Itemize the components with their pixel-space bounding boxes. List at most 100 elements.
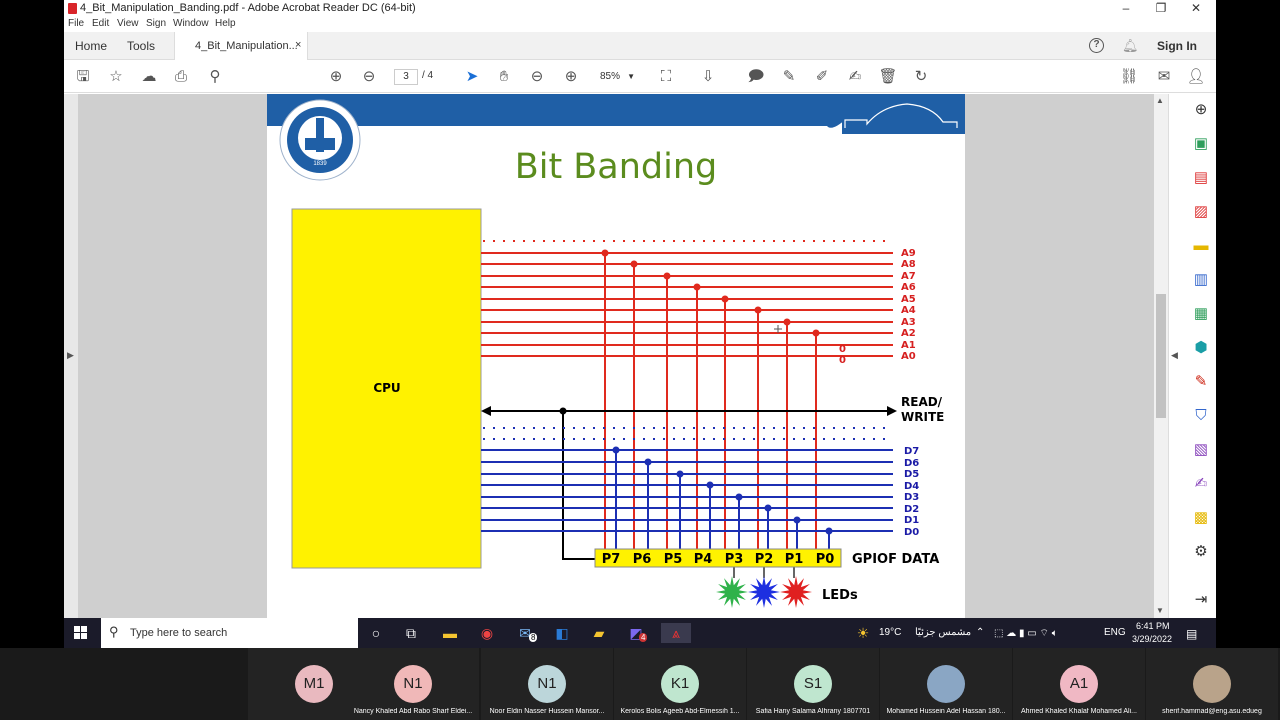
minimize-button[interactable]: – <box>1116 1 1136 15</box>
chrome-icon[interactable]: ◉ <box>476 623 498 643</box>
sign-in-button[interactable]: Sign In <box>1157 39 1197 53</box>
participant-tile[interactable]: Mohamed Hussein Adel Hassan 180... <box>880 648 1012 720</box>
menu-file[interactable]: File <box>68 18 84 29</box>
zoom-in-icon[interactable]: ⊕ <box>561 67 581 87</box>
windows-taskbar: ⚲ Type here to search ○ ⧉ ▬ ◉ ✉︎ 8 ◧ ▰ ◩… <box>64 618 1216 648</box>
next-page-icon[interactable]: ⊖ <box>359 67 379 87</box>
participant-tile[interactable]: N1 Noor Eldin Nasser Hussein Mansor... <box>481 648 613 720</box>
maximize-button[interactable]: ❐ <box>1151 1 1171 15</box>
page-number-input[interactable]: 3 <box>394 69 418 85</box>
pdf-page: 1839 Bit Banding CPU A9 A8 A7 A6 A5 A4 A… <box>267 94 965 618</box>
email-icon[interactable]: ✉︎ <box>1154 67 1174 87</box>
windows-start-icon[interactable] <box>74 626 88 640</box>
menu-sign[interactable]: Sign <box>146 18 166 29</box>
create-pdf-icon[interactable]: ▨ <box>1191 202 1211 222</box>
save-icon[interactable]: 🖫︎ <box>73 67 93 87</box>
tab-home[interactable]: Home <box>75 39 107 53</box>
hand-tool-icon[interactable]: ✋︎ <box>494 67 514 87</box>
tab-tools[interactable]: Tools <box>127 39 155 53</box>
outlook-icon[interactable]: ◧ <box>551 623 573 643</box>
search-icon[interactable]: ⚲ <box>205 67 225 87</box>
clock-time[interactable]: 6:41 PM <box>1136 621 1170 631</box>
tab-document[interactable]: 4_Bit_Manipulation... × <box>174 32 308 60</box>
tab-close-button[interactable]: × <box>295 39 301 51</box>
expand-left-icon: ▶ <box>67 350 74 360</box>
address-tap-dot <box>783 318 791 326</box>
print-icon[interactable]: ⎙ <box>171 67 191 87</box>
draw-icon[interactable]: ✐ <box>812 67 832 87</box>
clock-date[interactable]: 3/29/2022 <box>1132 634 1172 644</box>
menu-edit[interactable]: Edit <box>92 18 109 29</box>
organize-pages-icon[interactable]: ▤ <box>1191 168 1211 188</box>
combine-files-icon[interactable]: ▥ <box>1191 270 1211 290</box>
scrollbar-thumb[interactable] <box>1156 294 1166 418</box>
left-panel-toggle[interactable]: ▶ <box>64 94 78 618</box>
data-label-d1: D1 <box>904 515 919 526</box>
participant-tile[interactable]: K1 Kerolos Bolis Ageeb Abd-Elmessih 1... <box>614 648 746 720</box>
data-label-d6: D6 <box>904 458 919 469</box>
menu-help[interactable]: Help <box>215 18 236 29</box>
language-indicator[interactable]: ENG <box>1104 627 1126 638</box>
previous-page-icon[interactable]: ⊕ <box>326 67 346 87</box>
help-icon[interactable]: ? <box>1089 38 1104 53</box>
tray-app-icons[interactable]: ⬚ ☁︎ ▮ ▭ ⌔ 🔈︎ <box>994 627 1058 640</box>
acrobat-taskbar-icon[interactable]: ⩓ <box>661 623 691 643</box>
document-area[interactable]: ▶ 1839 Bit Banding CPU A9 A8 A7 A6 A5 A4… <box>64 94 1168 618</box>
upload-cloud-icon[interactable]: ☁︎ <box>139 67 159 87</box>
led-starburst-icon <box>716 576 748 608</box>
menu-window[interactable]: Window <box>173 18 209 29</box>
highlight-pen-icon[interactable]: ✎ <box>779 67 799 87</box>
fit-page-icon[interactable]: ⛶ <box>656 67 676 87</box>
data-tap-dot <box>793 516 801 524</box>
weather-icon[interactable]: ☀︎ <box>852 623 874 643</box>
more-tools-icon[interactable]: ⚙︎ <box>1191 542 1211 562</box>
sticky-notes-icon[interactable]: ▰ <box>588 623 610 643</box>
delete-icon[interactable]: 🗑︎ <box>878 67 898 87</box>
tray-chevron-icon[interactable]: ⌃ <box>976 627 984 638</box>
compress-pdf-icon[interactable]: ▧ <box>1191 440 1211 460</box>
cortana-icon[interactable]: ○ <box>365 623 387 643</box>
address-tap-dot <box>754 306 762 314</box>
stamp-tool-icon[interactable]: ▩ <box>1191 508 1211 528</box>
request-signature-icon[interactable]: ✍︎ <box>1191 474 1211 494</box>
link-icon[interactable]: ⛓︎ <box>1119 67 1139 87</box>
avatar-photo <box>927 665 965 703</box>
notification-bell-icon[interactable]: 🔔︎ <box>1122 38 1139 54</box>
weather-desc[interactable]: مشمس جزئيًا <box>915 627 971 638</box>
fill-sign-tool-icon[interactable]: ✎ <box>1191 372 1211 392</box>
protect-shield-icon[interactable]: ⛉ <box>1191 406 1211 426</box>
collapse-panel-icon[interactable]: ⇥ <box>1191 590 1211 610</box>
taskbar-search-box[interactable]: ⚲ Type here to search <box>101 618 358 648</box>
zoom-tool-icon[interactable]: ⊕ <box>1191 100 1211 120</box>
scroll-up-icon[interactable]: ▲ <box>1156 96 1164 105</box>
close-window-button[interactable]: ✕ <box>1186 1 1206 15</box>
collapse-right-icon[interactable]: ◀ <box>1171 350 1178 361</box>
participant-tile[interactable]: sherif.hammad@eng.asu.edueg <box>1146 648 1278 720</box>
scroll-mode-icon[interactable]: ⇩ <box>698 67 718 87</box>
rotate-icon[interactable]: ↻ <box>911 67 931 87</box>
comment-icon[interactable]: 🗩︎ <box>746 67 766 87</box>
bookmark-star-icon[interactable]: ☆ <box>106 67 126 87</box>
notifications-icon[interactable]: ▤ <box>1186 627 1197 641</box>
zoom-level-select[interactable]: 85% ▼ <box>596 69 638 85</box>
participant-tile[interactable]: S1 Safia Hany Salama Alhrany 1807701 <box>747 648 879 720</box>
task-view-icon[interactable]: ⧉ <box>400 623 422 643</box>
export-pdf-icon[interactable]: ▣ <box>1191 134 1211 154</box>
select-cursor-icon[interactable]: ➤ <box>462 67 482 87</box>
scroll-down-icon[interactable]: ▼ <box>1156 606 1164 615</box>
participant-tile[interactable]: A1 Ahmed Khaled Khalaf Mohamed Ali... <box>1013 648 1145 720</box>
fill-sign-icon[interactable]: ✍︎ <box>845 67 865 87</box>
share-user-icon[interactable]: 👤︎ <box>1186 67 1206 87</box>
vertical-scrollbar[interactable]: ▲ ▼ <box>1154 94 1168 618</box>
weather-temp[interactable]: 19°C <box>879 627 901 638</box>
port-label-p3: P3 <box>725 552 744 567</box>
menu-view[interactable]: View <box>117 18 139 29</box>
right-tools-panel: ⊕ ▣ ▤ ▨ ▬ ▥ ▦ ⬢ ✎ ⛉ ▧ ✍︎ ▩ ⚙︎ ⇥ ◀ <box>1168 94 1216 618</box>
edit-pdf-icon[interactable]: ▦ <box>1191 304 1211 324</box>
file-explorer-icon[interactable]: ▬ <box>439 623 461 643</box>
comment-tool-icon[interactable]: ▬ <box>1191 236 1211 256</box>
port-label-p1: P1 <box>785 552 804 567</box>
zoom-out-icon[interactable]: ⊖ <box>527 67 547 87</box>
participant-tile[interactable]: N1 Nancy Khaled Abd Rabo Sharf Eldei... <box>347 648 479 720</box>
scan-ocr-icon[interactable]: ⬢ <box>1191 338 1211 358</box>
